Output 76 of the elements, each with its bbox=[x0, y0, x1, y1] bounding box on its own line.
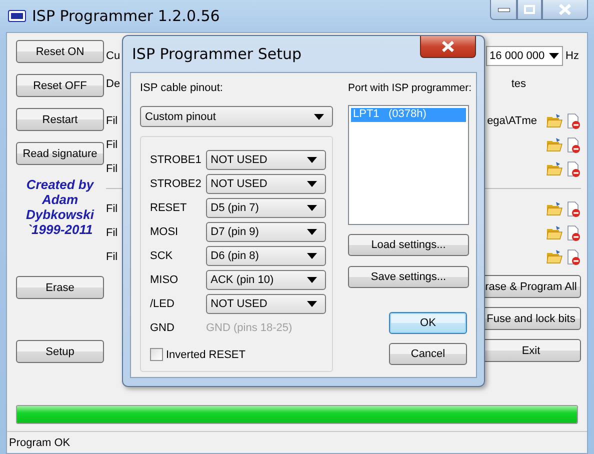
maximize-icon bbox=[524, 5, 535, 14]
action-button[interactable]: Reset ON bbox=[16, 40, 104, 63]
pin-label: /LED bbox=[150, 298, 176, 310]
caret-icon bbox=[314, 114, 324, 120]
folder-icon[interactable] bbox=[545, 249, 563, 265]
caret-icon bbox=[307, 277, 317, 283]
unit-label: Hz bbox=[566, 50, 579, 62]
pin-dropdown[interactable]: D5 (pin 7) bbox=[206, 198, 326, 218]
checkbox[interactable] bbox=[150, 348, 163, 361]
caret-icon bbox=[307, 253, 317, 259]
pin-dropdown[interactable]: NOT USED bbox=[206, 174, 326, 194]
dialog-button[interactable]: Save settings... bbox=[348, 266, 469, 288]
document-delete-icon[interactable] bbox=[565, 201, 581, 217]
caret-icon bbox=[307, 157, 317, 163]
caret-icon bbox=[307, 229, 317, 235]
field-label: De bbox=[106, 78, 120, 90]
pin-label: STROBE1 bbox=[150, 154, 202, 166]
app-icon bbox=[8, 10, 26, 22]
file-label: Fil bbox=[106, 251, 118, 263]
pin-label: RESET bbox=[150, 202, 188, 214]
pin-dropdown[interactable]: D7 (pin 9) bbox=[206, 222, 326, 242]
dialog-button[interactable]: Load settings... bbox=[348, 234, 469, 256]
folder-icon[interactable] bbox=[545, 113, 563, 129]
credits-text: Created by Adam Dybkowski `1999-2011 bbox=[25, 176, 96, 239]
dialog-title: ISP Programmer Setup bbox=[132, 45, 302, 63]
close-icon bbox=[441, 41, 455, 52]
status-text: Program OK bbox=[9, 436, 70, 448]
file-label: Fil bbox=[106, 139, 118, 151]
minimize-button[interactable] bbox=[490, 0, 517, 20]
file-label: Fil bbox=[106, 203, 118, 215]
folder-icon[interactable] bbox=[545, 137, 563, 153]
document-delete-icon[interactable] bbox=[565, 137, 581, 153]
pin-label: MISO bbox=[150, 274, 180, 286]
pin-label: SCK bbox=[150, 250, 174, 262]
file-label: Fil bbox=[106, 163, 118, 175]
maximize-button[interactable] bbox=[517, 0, 542, 20]
close-button[interactable] bbox=[420, 36, 476, 58]
window-title: ISP Programmer 1.2.0.56 bbox=[32, 7, 220, 25]
action-button[interactable]: Read signature bbox=[16, 142, 104, 165]
checkbox-label: Inverted RESET bbox=[166, 348, 246, 360]
pin-label: STROBE2 bbox=[150, 178, 202, 190]
frequency-dropdown[interactable]: 16 000 000 bbox=[486, 46, 563, 66]
file-path: ega\ATme bbox=[487, 115, 537, 127]
port-label: Port with ISP programmer: bbox=[348, 82, 472, 96]
document-delete-icon[interactable] bbox=[565, 161, 581, 177]
pin-value: GND (pins 18-25) bbox=[206, 322, 292, 334]
caret-icon bbox=[307, 181, 317, 187]
pin-dropdown[interactable]: NOT USED bbox=[206, 294, 326, 314]
caret-icon bbox=[548, 53, 559, 59]
pin-dropdown[interactable]: D6 (pin 8) bbox=[206, 246, 326, 266]
field-label: tes bbox=[511, 78, 526, 90]
folder-icon[interactable] bbox=[545, 201, 563, 217]
pinout-label: ISP cable pinout: bbox=[140, 82, 223, 96]
action-button[interactable]: Erase bbox=[16, 276, 104, 299]
pin-label: GND bbox=[150, 322, 176, 334]
caret-icon bbox=[307, 205, 317, 211]
caret-icon bbox=[307, 301, 317, 307]
pin-label: MOSI bbox=[150, 226, 180, 238]
pin-dropdown[interactable]: NOT USED bbox=[206, 150, 326, 170]
action-button[interactable]: Reset OFF bbox=[16, 74, 104, 97]
folder-icon[interactable] bbox=[545, 161, 563, 177]
action-button[interactable]: Restart bbox=[16, 108, 104, 131]
pinout-dropdown[interactable]: Custom pinout bbox=[140, 106, 333, 127]
file-label: Fil bbox=[106, 115, 118, 127]
file-label: Fil bbox=[106, 227, 118, 239]
document-delete-icon[interactable] bbox=[565, 249, 581, 265]
minimize-icon bbox=[498, 8, 510, 12]
dialog-button[interactable]: OK bbox=[389, 312, 467, 334]
field-label: Cu bbox=[106, 50, 120, 62]
action-button[interactable]: Setup bbox=[16, 340, 104, 363]
document-delete-icon[interactable] bbox=[565, 113, 581, 129]
folder-icon[interactable] bbox=[545, 225, 563, 241]
pin-dropdown[interactable]: ACK (pin 10) bbox=[206, 270, 326, 290]
dialog-button[interactable]: Cancel bbox=[389, 343, 467, 365]
close-icon bbox=[559, 4, 571, 15]
document-delete-icon[interactable] bbox=[565, 225, 581, 241]
